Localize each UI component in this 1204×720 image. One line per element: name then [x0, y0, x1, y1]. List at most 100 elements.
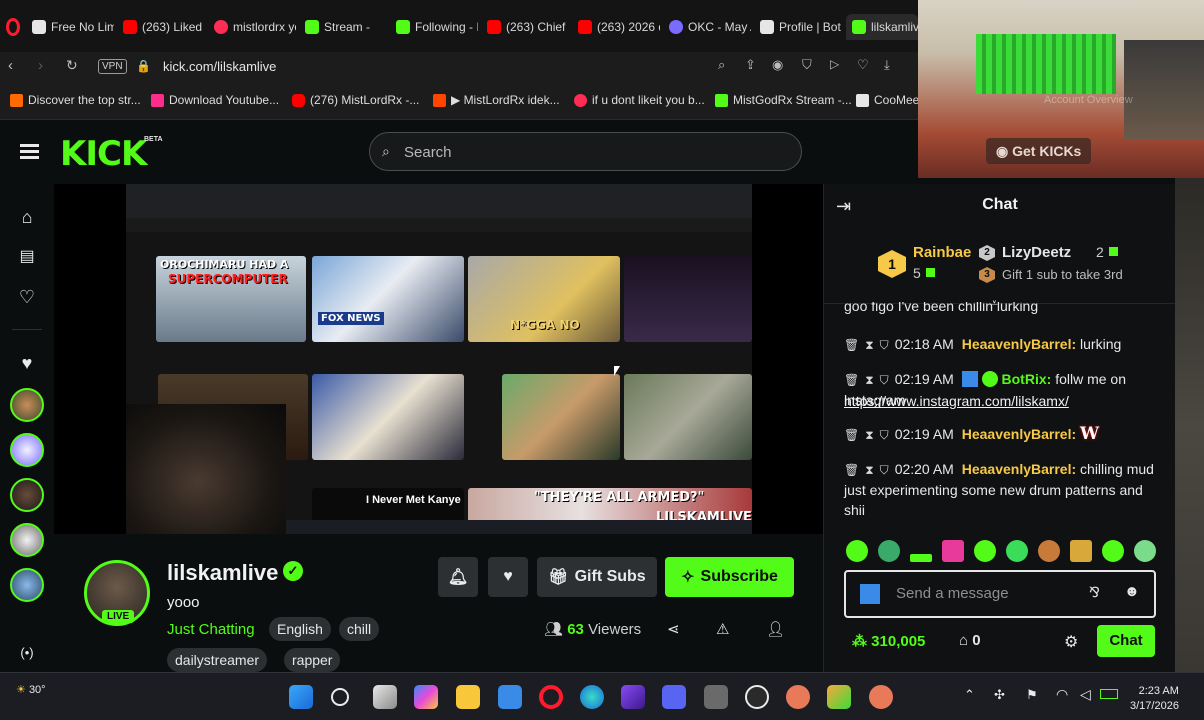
followed-heart-icon[interactable]: ♥	[14, 350, 40, 376]
search-page-icon[interactable]: ⌕	[718, 57, 725, 73]
discord-icon[interactable]	[662, 685, 686, 709]
followed-channel-avatar[interactable]	[10, 478, 44, 512]
category-link[interactable]: Just Chatting	[167, 621, 255, 638]
leader-second-name[interactable]: LizyDeetz	[1002, 244, 1071, 261]
back-icon[interactable]: ‹	[8, 57, 13, 74]
browser-tab[interactable]: (263) 2026 d	[578, 14, 660, 40]
search-icon[interactable]	[331, 688, 349, 706]
reload-icon[interactable]: ↻	[66, 57, 78, 74]
emote-icon[interactable]	[942, 540, 964, 562]
tag-rapper[interactable]: rapper	[284, 648, 341, 672]
wifi-icon[interactable]: ◠	[1056, 686, 1068, 703]
subscribe-button[interactable]: ✧ Subscribe	[665, 557, 794, 597]
tray-app-icon[interactable]: ⚑	[1026, 687, 1038, 703]
bot-badge-icon[interactable]	[860, 584, 880, 604]
game-app-icon[interactable]	[786, 685, 810, 709]
camera-app-icon[interactable]	[704, 685, 728, 709]
file-explorer-icon[interactable]	[456, 685, 480, 709]
tray-chevron-icon[interactable]: ⌃	[964, 687, 975, 703]
game-app-icon[interactable]	[827, 685, 851, 709]
chat-message-input[interactable]	[896, 585, 1081, 602]
search-input[interactable]	[404, 141, 784, 163]
browser-tab[interactable]: Following - I	[396, 14, 478, 40]
tag-chill[interactable]: chill	[339, 617, 380, 641]
download-icon[interactable]: ⤓	[884, 57, 890, 73]
edge-icon[interactable]	[580, 685, 604, 709]
task-view-icon[interactable]	[373, 685, 397, 709]
gift-subs-button[interactable]: 🎁︎ Gift Subs	[537, 557, 657, 597]
tray-app-icon[interactable]: ✣	[994, 687, 1005, 703]
ban-shield-icon[interactable]: ⛉	[880, 338, 889, 352]
game-app-icon[interactable]	[869, 685, 893, 709]
bookmark-item[interactable]: if u dont likeit you b...	[574, 93, 705, 107]
emoji-icon[interactable]: ☻	[1124, 583, 1140, 600]
translate-icon[interactable]: ⅋	[1089, 584, 1100, 601]
following-heart-icon[interactable]: ♡	[14, 284, 40, 310]
report-warning-icon[interactable]: ⚠	[716, 620, 729, 638]
system-clock[interactable]: 2:23 AM 3/17/2026	[1130, 684, 1179, 714]
browser-tab[interactable]: Profile | Bot	[760, 14, 842, 40]
shield-icon[interactable]: ⛉	[802, 57, 812, 73]
kick-logo[interactable]: KICK	[60, 134, 147, 174]
chat-send-button[interactable]: Chat	[1097, 625, 1155, 657]
weather-widget[interactable]: ☀ 30°	[16, 683, 46, 696]
bookmark-item[interactable]: Download Youtube...	[151, 93, 279, 107]
emote-icon[interactable]	[1070, 540, 1092, 562]
home-icon[interactable]: ⌂	[14, 204, 40, 230]
account-overview-link[interactable]: Account Overview	[1044, 94, 1133, 106]
delete-icon[interactable]: 🗑︎	[844, 373, 859, 387]
bookmark-item[interactable]: ▶ MistLordRx idek...	[433, 93, 560, 107]
follow-button[interactable]: ♥	[488, 557, 528, 597]
browser-tab[interactable]: (263) Liked v	[123, 14, 205, 40]
bookmark-item[interactable]: MistGodRx Stream -...	[715, 93, 852, 107]
timeout-icon[interactable]: ⧗	[865, 338, 873, 352]
emote-icon[interactable]	[878, 540, 900, 562]
emote-icon[interactable]	[1102, 540, 1124, 562]
ban-shield-icon[interactable]: ⛉	[880, 373, 889, 387]
heart-icon[interactable]: ♡	[857, 57, 869, 73]
emote-icon[interactable]	[974, 540, 996, 562]
notifications-button[interactable]: 🔔︎	[438, 557, 478, 597]
browse-icon[interactable]: ▤	[14, 244, 40, 270]
timeout-icon[interactable]: ⧗	[865, 428, 873, 442]
followed-channel-avatar[interactable]	[10, 568, 44, 602]
bookmark-item[interactable]: (276) MistLordRx -...	[292, 93, 419, 107]
instagram-link[interactable]: https://www.instagram.com/lilskamx/	[844, 393, 1069, 409]
play-icon[interactable]: ▷	[830, 57, 839, 71]
chat-settings-gear-icon[interactable]: ⚙	[1064, 632, 1078, 652]
camera-icon[interactable]: ◉	[772, 57, 783, 73]
browser-tab[interactable]: (263) Chief K	[487, 14, 569, 40]
emote-icon[interactable]	[846, 540, 868, 562]
followed-channel-avatar[interactable]	[10, 388, 44, 422]
leader-third-prompt[interactable]: Gift 1 sub to take 3rd	[1002, 267, 1123, 282]
followed-channel-avatar[interactable]	[10, 433, 44, 467]
hamburger-menu-icon[interactable]	[20, 144, 39, 159]
forward-icon[interactable]: ›	[38, 57, 43, 74]
obs-icon[interactable]	[745, 685, 769, 709]
url-field[interactable]: kick.com/lilskamlive	[163, 59, 276, 74]
emote-icon[interactable]	[1038, 540, 1060, 562]
battery-icon[interactable]	[1100, 689, 1118, 699]
add-user-icon[interactable]: 👤︎	[766, 620, 785, 638]
browser-tab[interactable]: OKC - May A	[669, 14, 751, 40]
ban-shield-icon[interactable]: ⛉	[880, 463, 889, 477]
browser-tab[interactable]: Stream -	[305, 14, 387, 40]
get-kicks-button[interactable]: ◉ Get KICKs	[986, 138, 1092, 164]
browser-tab[interactable]: Free No Lim	[32, 14, 114, 40]
ban-shield-icon[interactable]: ⛉	[880, 428, 889, 442]
tag-english[interactable]: English	[269, 617, 331, 641]
vpn-badge[interactable]: VPN	[98, 59, 127, 74]
tag-dailystreamer[interactable]: dailystreamer	[167, 648, 268, 672]
search-bar[interactable]: ⌕	[369, 132, 802, 171]
opera-icon[interactable]	[6, 18, 20, 36]
clipchamp-icon[interactable]	[621, 685, 645, 709]
bookmark-item[interactable]: CooMee	[856, 93, 919, 107]
expand-sidebar-icon[interactable]: (•)	[14, 640, 40, 666]
app-icon[interactable]	[498, 685, 522, 709]
browser-tab-active[interactable]: lilskamlive Stream	[846, 14, 918, 40]
share-icon[interactable]: ⇪	[745, 57, 756, 73]
timeout-icon[interactable]: ⧗	[865, 373, 873, 387]
share-icon[interactable]: ⋖	[667, 620, 680, 638]
volume-icon[interactable]: ◁	[1080, 686, 1091, 703]
followed-channel-avatar[interactable]	[10, 523, 44, 557]
